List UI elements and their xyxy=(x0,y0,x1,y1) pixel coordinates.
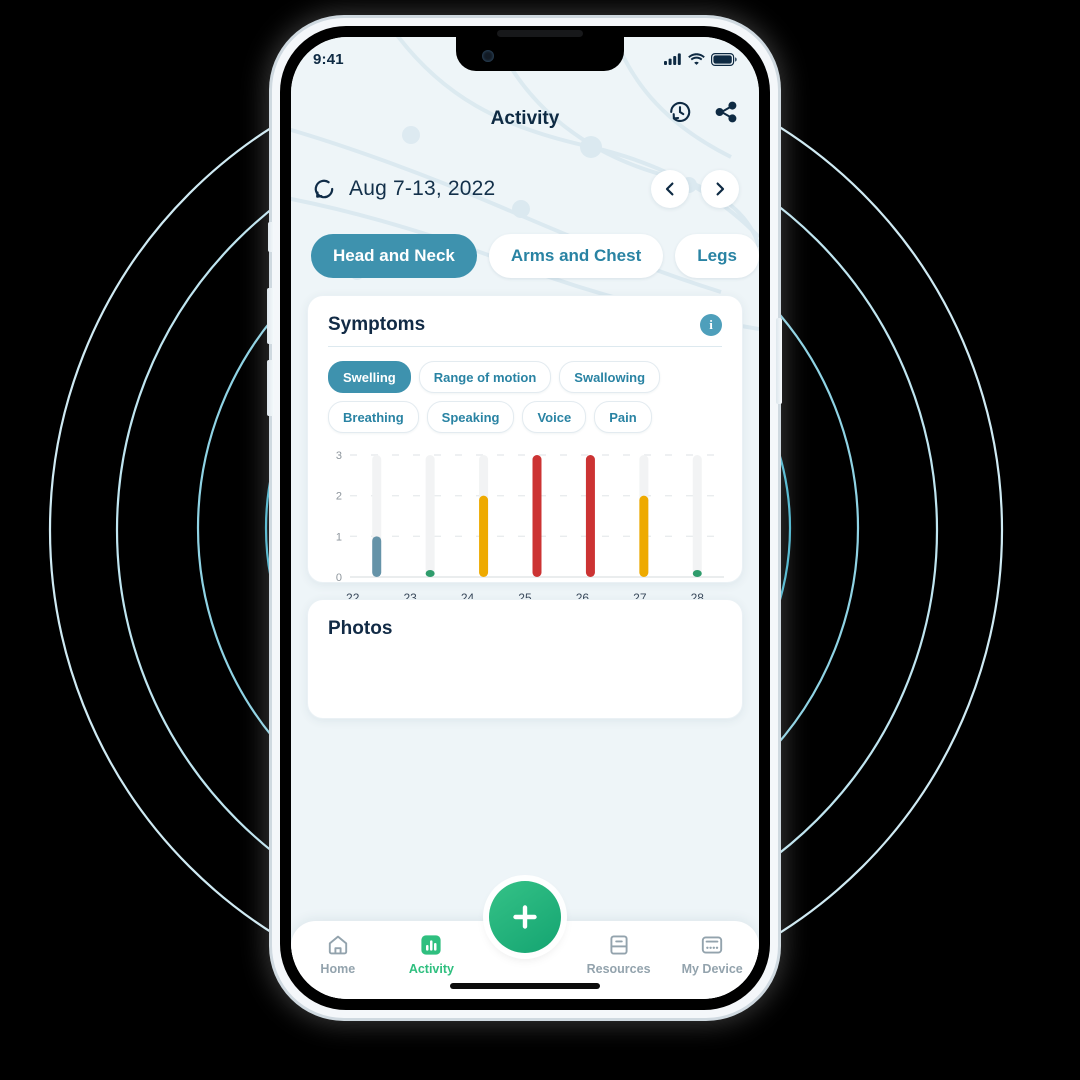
tab-my-device[interactable]: My Device xyxy=(665,933,759,976)
body-part-tabs: Head and Neck Arms and Chest Legs xyxy=(291,227,759,285)
phone-front-camera xyxy=(482,50,494,62)
tab-home[interactable]: Home xyxy=(291,933,385,976)
date-nav-buttons xyxy=(651,170,739,208)
cellular-signal-icon xyxy=(664,53,681,65)
symptom-chip-pain[interactable]: Pain xyxy=(594,401,652,433)
refresh-icon[interactable] xyxy=(311,176,337,202)
symptoms-title: Symptoms xyxy=(328,314,426,335)
body-part-tab-arms-and-chest[interactable]: Arms and Chest xyxy=(488,234,664,278)
symptoms-card: Symptoms i Swelling Range of motion Swal… xyxy=(307,295,743,631)
chart-bar[interactable] xyxy=(692,570,702,577)
chart-bar[interactable] xyxy=(532,455,542,577)
date-range-label: Aug 7-13, 2022 xyxy=(349,177,496,200)
prev-week-button[interactable] xyxy=(651,170,689,208)
phone-screen: 9:41 Activity Aug 7-13, 2022 Head and Ne… xyxy=(291,37,759,999)
chart-bar-track xyxy=(425,455,435,577)
plus-icon xyxy=(513,905,537,929)
tab-resources-label: Resources xyxy=(586,962,651,976)
symptom-chip-speaking[interactable]: Speaking xyxy=(426,401,515,433)
tab-activity-label: Activity xyxy=(408,962,454,976)
chevron-left-icon xyxy=(665,182,674,196)
tab-resources[interactable]: Resources xyxy=(572,933,666,976)
chart-bar[interactable] xyxy=(639,495,649,577)
photos-title: Photos xyxy=(328,618,393,639)
chart-y-tick-label: 2 xyxy=(336,491,342,503)
chart-y-tick-label: 0 xyxy=(336,572,342,584)
history-icon[interactable] xyxy=(667,99,693,125)
info-icon[interactable]: i xyxy=(700,314,722,336)
date-range-row: Aug 7-13, 2022 xyxy=(291,161,759,217)
bar-chart-svg: 0 1 2 3 xyxy=(336,450,724,584)
symptom-chip-breathing[interactable]: Breathing xyxy=(328,401,419,433)
page-title: Activity xyxy=(490,108,560,129)
symptom-bar-chart: 0 1 2 3 xyxy=(324,449,726,589)
body-part-tab-legs[interactable]: Legs xyxy=(675,234,759,278)
header-actions xyxy=(667,99,739,125)
home-icon xyxy=(328,935,347,955)
phone-mute-switch xyxy=(268,222,274,252)
chevron-right-icon xyxy=(716,182,725,196)
chart-y-tick-label: 3 xyxy=(336,450,342,462)
phone-earpiece-speaker xyxy=(497,30,583,37)
add-entry-button[interactable] xyxy=(489,881,561,953)
phone-power-button xyxy=(776,318,782,404)
battery-icon xyxy=(711,52,737,66)
symptom-chip-voice[interactable]: Voice xyxy=(522,401,587,433)
photos-card: Photos xyxy=(307,599,743,719)
next-week-button[interactable] xyxy=(701,170,739,208)
symptom-chip-swelling[interactable]: Swelling xyxy=(328,361,411,393)
chart-y-tick-label: 1 xyxy=(336,531,342,543)
wifi-icon xyxy=(688,53,705,65)
photos-card-header: Photos xyxy=(308,600,742,650)
bar-chart-icon xyxy=(421,935,441,955)
symptom-chip-range-of-motion[interactable]: Range of motion xyxy=(418,361,552,393)
tab-my-device-label: My Device xyxy=(681,962,743,976)
status-icons xyxy=(664,52,737,66)
symptoms-card-header: Symptoms i xyxy=(308,296,742,346)
home-indicator xyxy=(450,983,600,989)
chart-bar[interactable] xyxy=(479,495,489,577)
status-time: 9:41 xyxy=(313,50,344,68)
book-icon xyxy=(610,935,628,955)
tab-activity[interactable]: Activity xyxy=(385,933,479,976)
chart-bar[interactable] xyxy=(372,536,382,577)
body-part-tab-head-and-neck[interactable]: Head and Neck xyxy=(311,234,477,278)
symptom-filter-chips: Swelling Range of motion Swallowing Brea… xyxy=(308,347,742,439)
app-root: 9:41 Activity Aug 7-13, 2022 Head and Ne… xyxy=(291,37,759,999)
device-icon xyxy=(702,936,723,954)
screenshot-stage: 9:41 Activity Aug 7-13, 2022 Head and Ne… xyxy=(0,0,1080,1080)
tab-home-label: Home xyxy=(320,962,356,976)
chart-bar[interactable] xyxy=(585,455,595,577)
chart-bar[interactable] xyxy=(425,570,435,577)
phone-volume-down-button xyxy=(267,360,274,416)
phone-volume-up-button xyxy=(267,288,274,344)
chart-bar-track xyxy=(692,455,702,577)
share-icon[interactable] xyxy=(713,99,739,125)
symptom-chip-swallowing[interactable]: Swallowing xyxy=(559,361,661,393)
